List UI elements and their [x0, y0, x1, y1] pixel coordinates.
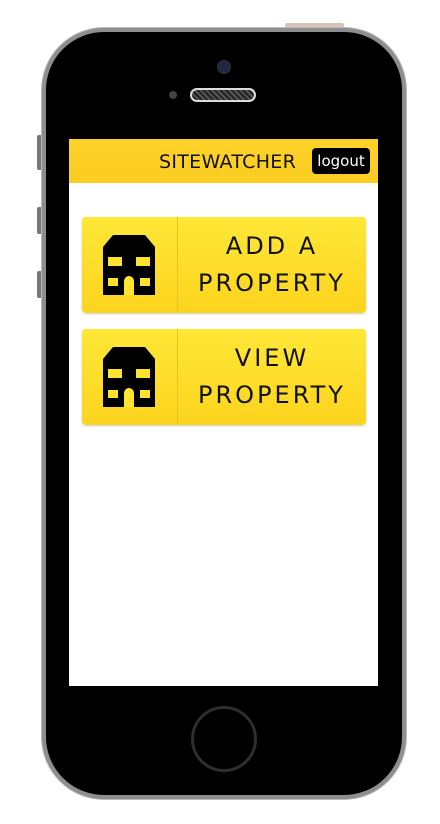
label-line-2: PROPERTY	[198, 269, 346, 297]
label-line-1: ADD A	[225, 232, 319, 260]
view-property-label: VIEW PROPERTY	[178, 329, 366, 425]
view-property-button[interactable]: VIEW PROPERTY	[82, 329, 366, 425]
speaker	[190, 88, 256, 102]
add-property-label: ADD A PROPERTY	[178, 217, 366, 313]
app-header: SITEWATCHER logout	[69, 139, 378, 183]
home-button[interactable]	[191, 706, 257, 772]
house-icon	[103, 347, 155, 407]
sensor	[169, 91, 177, 99]
logout-button[interactable]: logout	[312, 148, 370, 174]
label-line-1: VIEW	[234, 344, 310, 372]
label-line-2: PROPERTY	[198, 381, 346, 409]
camera	[217, 60, 231, 74]
add-property-button[interactable]: ADD A PROPERTY	[82, 217, 366, 313]
app-screen: SITEWATCHER logout ADD A PROPERTY VIEW P…	[69, 139, 378, 686]
app-title: SITEWATCHER	[159, 151, 297, 173]
house-icon	[103, 235, 155, 295]
